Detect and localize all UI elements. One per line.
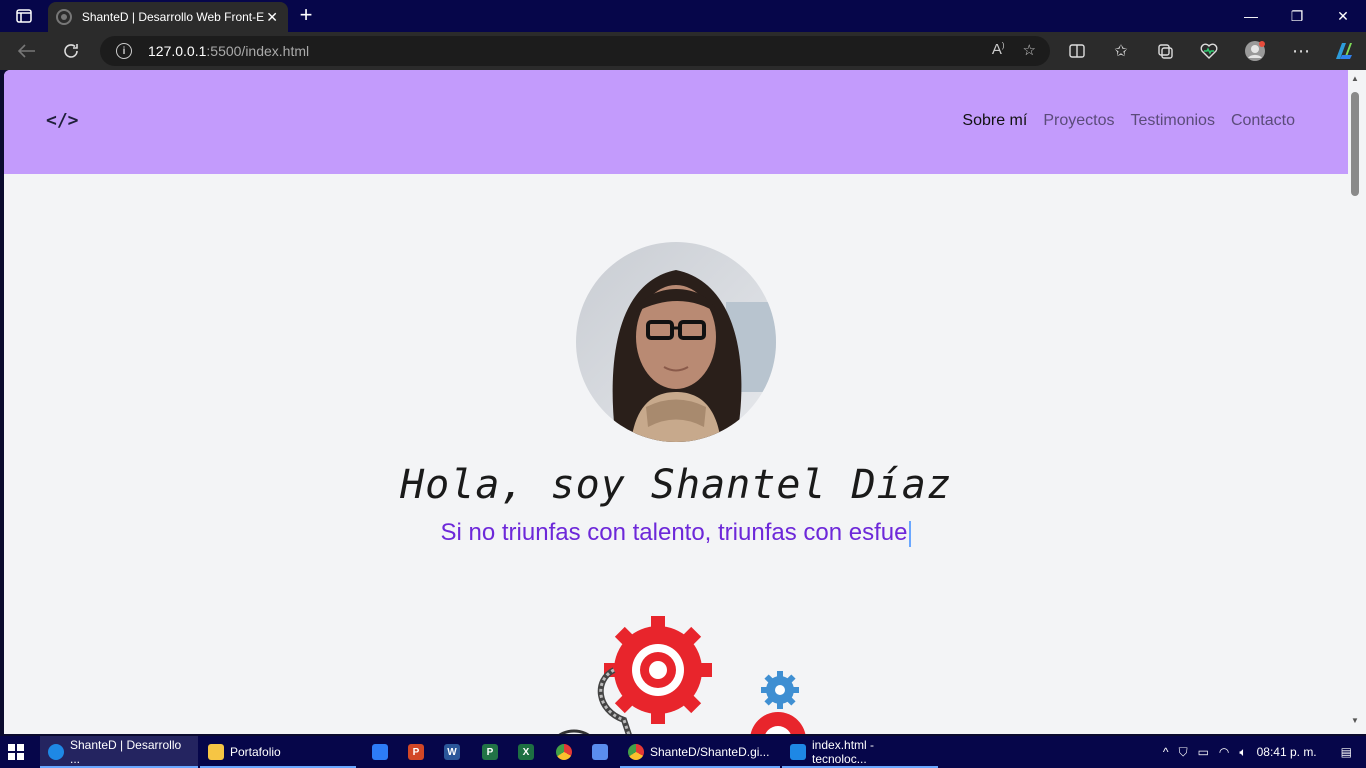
page-viewport: </> Sobre mí Proyectos Testimonios Conta…: [4, 70, 1348, 734]
tab-title: ShanteD | Desarrollo Web Front-End: [81, 10, 265, 24]
taskbar-app-label: Portafolio: [230, 745, 281, 759]
close-window-button[interactable]: ✕: [1320, 0, 1366, 32]
refresh-icon[interactable]: [58, 39, 84, 63]
taskbar-app-chrome[interactable]: ShanteD/ShanteD.gi...: [620, 736, 780, 768]
chrome-icon: [628, 744, 644, 760]
taskbar: ShanteD | Desarrollo ... Portafolio P W …: [0, 736, 1366, 768]
gears-illustration: [534, 610, 834, 734]
scroll-thumb[interactable]: [1351, 92, 1359, 196]
excel-icon: X: [518, 744, 534, 760]
nav-item-contacto[interactable]: Contacto: [1231, 112, 1295, 130]
tray-overflow-icon[interactable]: ^: [1163, 745, 1169, 759]
taskbar-pinned-powerpoint[interactable]: P: [400, 736, 432, 768]
taskbar-pinned-excel[interactable]: X: [510, 736, 542, 768]
taskbar-pinned-project[interactable]: P: [474, 736, 506, 768]
taskbar-app-edge[interactable]: ShanteD | Desarrollo ...: [40, 736, 198, 768]
url-path: :5500/index.html: [206, 43, 310, 59]
store-icon: [372, 744, 388, 760]
keyboard-icon: [592, 744, 608, 760]
project-icon: P: [482, 744, 498, 760]
battery-icon[interactable]: ▭: [1198, 745, 1209, 759]
tab-close-icon[interactable]: ✕: [264, 9, 280, 26]
collections-icon[interactable]: [1152, 39, 1178, 63]
restore-button[interactable]: ❐: [1274, 0, 1320, 32]
favorites-icon[interactable]: ✩: [1108, 39, 1134, 63]
copilot-icon[interactable]: [1330, 39, 1356, 63]
red-gear-large-icon: [604, 616, 712, 724]
edge-icon: [48, 744, 64, 760]
scroll-up-icon[interactable]: ▲: [1351, 74, 1359, 83]
taskbar-pinned-keyboard[interactable]: [584, 736, 616, 768]
folder-icon: [208, 744, 224, 760]
powerpoint-icon: P: [408, 744, 424, 760]
more-options-icon[interactable]: ⋯: [1288, 39, 1314, 63]
split-screen-icon[interactable]: [1064, 39, 1090, 63]
nav-item-testimonios[interactable]: Testimonios: [1130, 112, 1214, 130]
main-nav: Sobre mí Proyectos Testimonios Contacto: [962, 112, 1295, 130]
favorite-star-icon[interactable]: ☆: [1023, 41, 1036, 59]
browser-toolbar: i 127.0.0.1 :5500/index.html A) ☆ ✩ ⋯: [0, 32, 1366, 70]
site-header: </> Sobre mí Proyectos Testimonios Conta…: [4, 70, 1348, 174]
chrome-pinned-icon: [556, 744, 572, 760]
security-icon[interactable]: ⛉: [1179, 745, 1188, 760]
windows-start-icon[interactable]: [8, 744, 24, 760]
title-bar: ShanteD | Desarrollo Web Front-End ✕ + —…: [0, 0, 1366, 32]
hero-tagline: Si no triunfas con talento, triunfas con…: [440, 519, 908, 546]
hero-tagline-container: Si no triunfas con talento, triunfas con…: [4, 519, 1348, 547]
url-host: 127.0.0.1: [148, 43, 207, 59]
taskbar-app-vscode[interactable]: index.html - tecnoloc...: [782, 736, 938, 768]
typing-caret: [909, 520, 912, 547]
tab-actions-icon[interactable]: [10, 6, 38, 26]
word-icon: W: [444, 744, 460, 760]
red-gear-bottom-icon: [750, 712, 806, 734]
vscode-icon: [790, 744, 806, 760]
taskbar-app-label: ShanteD | Desarrollo ...: [70, 738, 182, 766]
notifications-icon[interactable]: ▤: [1341, 745, 1352, 759]
code-logo-icon[interactable]: </>: [46, 110, 79, 131]
browser-essentials-icon[interactable]: [1196, 39, 1222, 63]
taskbar-pinned-word[interactable]: W: [436, 736, 468, 768]
profile-avatar-icon[interactable]: [1242, 39, 1268, 63]
back-arrow-icon[interactable]: [14, 39, 40, 63]
taskbar-pinned-store[interactable]: [364, 736, 396, 768]
page-scrollbar[interactable]: ▲ ▼: [1348, 70, 1366, 734]
address-bar[interactable]: i 127.0.0.1 :5500/index.html A) ☆: [100, 36, 1050, 66]
volume-icon[interactable]: 🔈︎: [1239, 745, 1246, 760]
system-tray: ^ ⛉ ▭ ◠ 🔈︎ 08:41 p. m. ▤: [1163, 736, 1366, 768]
taskbar-app-label: index.html - tecnoloc...: [812, 738, 875, 766]
browser-tab[interactable]: ShanteD | Desarrollo Web Front-End ✕: [48, 2, 288, 32]
wifi-icon[interactable]: ◠: [1219, 745, 1229, 759]
taskbar-app-explorer[interactable]: Portafolio: [200, 736, 356, 768]
clock[interactable]: 08:41 p. m.: [1257, 745, 1317, 759]
taskbar-pinned-chrome[interactable]: [548, 736, 580, 768]
tab-favicon-icon: [56, 9, 72, 25]
read-aloud-icon[interactable]: A): [992, 41, 1005, 59]
taskbar-app-label: ShanteD/ShanteD.gi...: [650, 745, 770, 759]
site-info-icon[interactable]: i: [116, 43, 132, 59]
blue-gear-small-icon: [761, 671, 799, 709]
profile-photo: [576, 242, 776, 442]
scroll-down-icon[interactable]: ▼: [1351, 716, 1359, 725]
minimize-button[interactable]: —: [1228, 0, 1274, 32]
hero-title: Hola, soy Shantel Díaz: [400, 462, 952, 508]
nav-item-proyectos[interactable]: Proyectos: [1043, 112, 1114, 130]
new-tab-button[interactable]: +: [294, 4, 318, 28]
nav-item-sobre-mi[interactable]: Sobre mí: [962, 112, 1027, 130]
